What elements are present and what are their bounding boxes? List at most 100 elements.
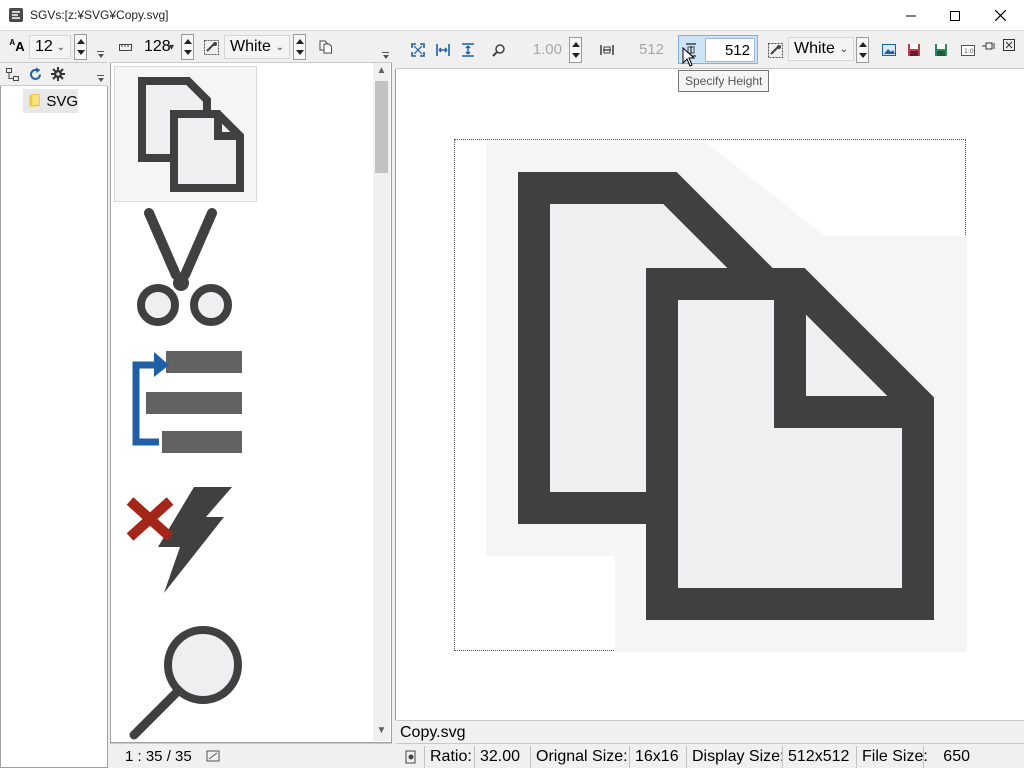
toolbar-overflow-icon[interactable]: [97, 75, 104, 83]
spin-down-icon: [77, 50, 85, 55]
height-tooltip: Specify Height: [678, 70, 770, 92]
file-size-value: 650: [943, 748, 970, 765]
save-as-icon: [935, 44, 947, 56]
thumbnail-background-select[interactable]: White ⌄: [224, 35, 290, 59]
ratio-input-value: 1.00: [532, 40, 562, 58]
left-toolbar: AA 12 ⌄: [0, 31, 107, 63]
original-size-value: 16x16: [635, 748, 679, 765]
height-input[interactable]: 512: [705, 38, 755, 62]
fit-width-icon[interactable]: [435, 42, 451, 58]
preview-background-value: White: [794, 40, 835, 57]
display-size-label: Display Size:: [692, 748, 785, 765]
thumbnail-toolbar: 128 ▾ White ⌄: [110, 31, 392, 63]
thumbnail-status: 1 : 35 / 35: [110, 743, 392, 768]
font-size-spinner[interactable]: [74, 34, 87, 60]
gear-icon[interactable]: [50, 66, 66, 82]
ratio-spinner[interactable]: [569, 37, 582, 63]
preview-background-select[interactable]: White ⌄: [788, 37, 854, 61]
refresh-icon[interactable]: [27, 66, 43, 82]
image-icon: [882, 44, 896, 56]
ratio-input[interactable]: 1.00: [512, 37, 567, 61]
font-size-value: 12: [35, 38, 53, 55]
display-size-value-field: 512x512: [782, 746, 854, 768]
document-settings-icon[interactable]: [404, 750, 418, 764]
settings-small-icon[interactable]: [206, 749, 220, 763]
tree-view-icon[interactable]: [5, 67, 19, 81]
save-icon: [908, 44, 920, 56]
thumbnail-size-select[interactable]: 128 ▾: [138, 35, 180, 59]
window-title: SGVs:[z:¥SVG¥Copy.svg]: [30, 8, 169, 22]
thumbnail-list: ▲ ▼: [110, 63, 392, 743]
fit-height-icon[interactable]: [460, 42, 476, 58]
export-image-button[interactable]: [881, 42, 897, 58]
width-input-value: 512: [638, 40, 664, 58]
app-icon: [9, 8, 23, 22]
magnifier-icon: [129, 626, 242, 740]
thumbnail-scrollbar[interactable]: ▲ ▼: [373, 63, 390, 741]
save-red-button[interactable]: [906, 42, 922, 58]
thumbnail-item-magnifier[interactable]: [114, 615, 257, 743]
thumbnail-background-spinner[interactable]: [293, 34, 306, 60]
file-size-value-field: 650: [923, 746, 975, 768]
file-size-field: File Size:: [856, 746, 933, 768]
original-size-field: Orignal Size:: [530, 746, 633, 768]
original-size-value-field: 16x16: [629, 746, 684, 768]
thumbnail-item-list-move[interactable]: [114, 343, 257, 463]
spin-up-icon: [296, 39, 304, 44]
preview-frame: [454, 139, 967, 652]
thumbnail-item-scissors[interactable]: [114, 205, 257, 335]
thumbnail-size-spinner[interactable]: [181, 34, 194, 60]
mouse-cursor-icon: [682, 47, 696, 67]
minimize-icon: [906, 15, 916, 16]
thumbnail-item-copy[interactable]: [114, 66, 257, 202]
scissors-icon: [137, 208, 232, 326]
scroll-thumb[interactable]: [375, 81, 388, 173]
close-button[interactable]: [977, 0, 1023, 31]
pin-icon: [982, 42, 995, 50]
scroll-down-arrow-icon[interactable]: ▼: [373, 725, 390, 739]
height-input-value: 512: [724, 41, 750, 59]
font-size-icon: AA: [9, 37, 25, 54]
preview-statusbar: Ratio: 32.00 Orignal Size: 16x16 Display…: [396, 743, 1024, 768]
spin-down-icon: [184, 50, 192, 55]
close-icon: [994, 10, 1006, 21]
file-size-label: File Size:: [862, 748, 928, 765]
thumbnail-size-icon: [118, 40, 132, 54]
spin-up-icon: [859, 42, 867, 47]
toolbar-overflow-icon[interactable]: [97, 51, 104, 59]
actual-size-button[interactable]: 1:0: [960, 43, 976, 57]
display-size-value: 512x512: [788, 748, 850, 765]
thumbnail-count: 1 : 35 / 35: [125, 748, 192, 765]
save-green-button[interactable]: [933, 42, 949, 58]
thumbnail-item-delete-lightning[interactable]: [114, 475, 257, 605]
scroll-up-arrow-icon[interactable]: ▲: [373, 65, 390, 79]
tree-toolbar: [0, 63, 107, 86]
spin-up-icon: [184, 39, 192, 44]
thumbnail-background-value: White: [230, 38, 271, 55]
crop-button[interactable]: [1002, 38, 1016, 52]
chevron-down-icon: ▾: [168, 42, 174, 53]
chevron-down-icon: ⌄: [839, 44, 848, 55]
background-color-icon: [767, 42, 783, 58]
fit-window-icon[interactable]: [410, 42, 426, 58]
delete-lightning-icon: [126, 487, 232, 593]
copy-button[interactable]: [318, 39, 334, 55]
pin-button[interactable]: [981, 40, 997, 52]
minimize-button[interactable]: [888, 0, 934, 31]
spin-up-icon: [77, 39, 85, 44]
zoom-ratio-icon: [491, 42, 507, 58]
font-size-select[interactable]: 12 ⌄: [29, 35, 71, 59]
toolbar-overflow-icon[interactable]: [382, 52, 389, 60]
width-input[interactable]: 512: [619, 37, 669, 61]
filename-bar: Copy.svg: [396, 720, 1024, 743]
chevron-down-icon: ⌄: [56, 42, 65, 53]
tree-node-svg[interactable]: SVG: [23, 89, 78, 113]
copy-icon: [138, 77, 244, 192]
maximize-button[interactable]: [932, 0, 978, 31]
ratio-field: Ratio:: [424, 746, 477, 768]
preview-background-spinner[interactable]: [856, 37, 869, 63]
ratio-value-field: 32.00: [474, 746, 524, 768]
actual-size-icon: 1:0: [961, 44, 975, 56]
display-size-field: Display Size:: [686, 746, 789, 768]
copy-icon-preview: [486, 142, 967, 652]
